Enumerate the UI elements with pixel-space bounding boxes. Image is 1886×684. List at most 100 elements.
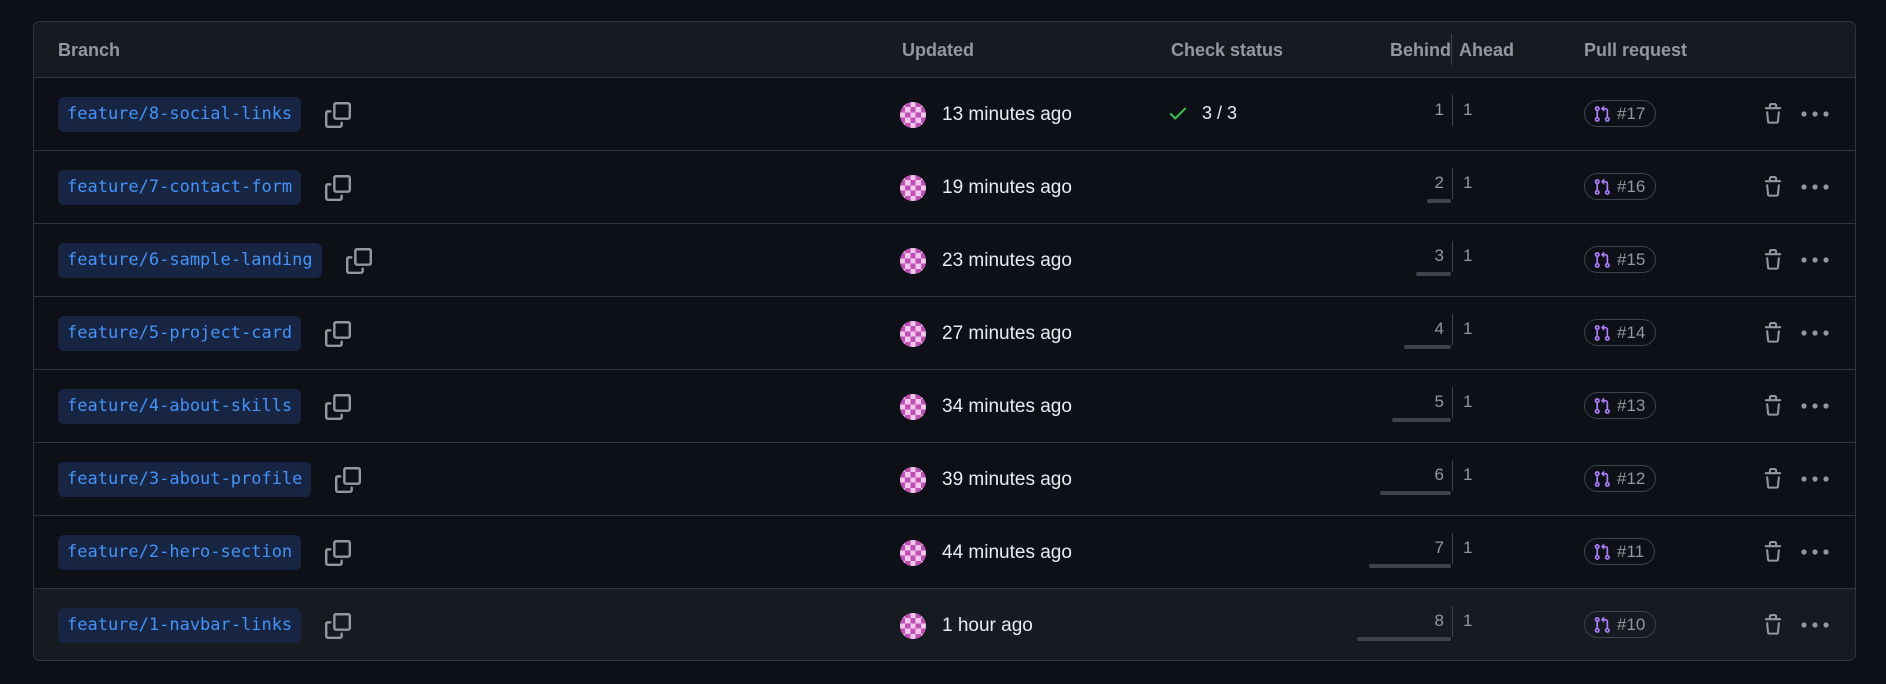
pull-request-link[interactable]: #11: [1584, 538, 1656, 565]
behind-count: 5: [1434, 392, 1444, 411]
check-status-text[interactable]: 3 / 3: [1202, 103, 1237, 124]
kebab-horizontal-icon[interactable]: [1800, 540, 1830, 564]
behind-ahead-divider: [1452, 95, 1453, 126]
header-ahead: Ahead: [1459, 40, 1515, 60]
copy-icon[interactable]: [325, 540, 351, 566]
behind-bar: [1392, 418, 1451, 422]
git-pull-request-icon: [1594, 178, 1610, 195]
pull-request-number: #10: [1617, 614, 1646, 634]
branch-name-link[interactable]: feature/6-sample-landing: [58, 243, 322, 278]
trash-icon[interactable]: [1762, 175, 1784, 199]
trash-icon[interactable]: [1762, 394, 1784, 418]
avatar[interactable]: [900, 613, 926, 639]
behind-ahead-divider: [1452, 533, 1453, 564]
header-pull-request: Pull request: [1584, 40, 1688, 60]
pull-request-link[interactable]: #17: [1584, 100, 1657, 127]
table-row: feature/2-hero-section 44 minutes ago 7 …: [34, 516, 1855, 589]
check-icon: [1169, 107, 1187, 120]
branch-name-link[interactable]: feature/2-hero-section: [58, 535, 302, 570]
behind-bar: [1380, 491, 1451, 495]
avatar[interactable]: [900, 540, 926, 566]
kebab-horizontal-icon[interactable]: [1800, 321, 1830, 345]
kebab-horizontal-icon[interactable]: [1800, 248, 1830, 272]
branch-name-link[interactable]: feature/1-navbar-links: [58, 608, 302, 643]
kebab-horizontal-icon[interactable]: [1800, 175, 1830, 199]
updated-time: 1 hour ago: [942, 615, 1033, 636]
avatar[interactable]: [900, 248, 926, 274]
git-pull-request-icon: [1594, 105, 1610, 122]
ahead-count: 1: [1463, 538, 1473, 557]
pull-request-link[interactable]: #12: [1584, 465, 1657, 492]
behind-ahead-divider: [1452, 241, 1453, 272]
updated-time: 27 minutes ago: [942, 323, 1072, 344]
ahead-count: 1: [1463, 392, 1473, 411]
behind-count: 7: [1434, 538, 1444, 557]
branch-name-link[interactable]: feature/8-social-links: [58, 97, 302, 132]
avatar[interactable]: [900, 394, 926, 420]
behind-count: 3: [1434, 246, 1444, 265]
ahead-count: 1: [1463, 465, 1473, 484]
avatar[interactable]: [900, 175, 926, 201]
behind-bar: [1369, 564, 1451, 568]
pull-request-number: #17: [1617, 103, 1646, 123]
behind-ahead-divider: [1452, 314, 1453, 345]
kebab-horizontal-icon[interactable]: [1800, 613, 1830, 637]
ahead-count: 1: [1463, 611, 1473, 630]
header-behind: Behind: [1390, 40, 1451, 60]
branch-name-link[interactable]: feature/3-about-profile: [58, 462, 312, 497]
behind-ahead-divider: [1452, 387, 1453, 418]
copy-icon[interactable]: [325, 394, 351, 420]
pull-request-number: #11: [1617, 541, 1645, 561]
git-pull-request-icon: [1594, 324, 1610, 341]
ahead-count: 1: [1463, 100, 1473, 119]
pull-request-link[interactable]: #13: [1584, 392, 1657, 419]
avatar[interactable]: [900, 321, 926, 347]
git-pull-request-icon: [1594, 397, 1610, 414]
updated-time: 13 minutes ago: [942, 104, 1072, 125]
pull-request-link[interactable]: #15: [1584, 246, 1657, 273]
pull-request-number: #14: [1617, 322, 1646, 342]
header-updated: Updated: [902, 40, 974, 60]
updated-time: 23 minutes ago: [942, 250, 1072, 271]
behind-count: 8: [1434, 611, 1444, 630]
trash-icon[interactable]: [1762, 467, 1784, 491]
trash-icon[interactable]: [1762, 613, 1784, 637]
git-pull-request-icon: [1594, 470, 1610, 487]
table-row: feature/4-about-skills 34 minutes ago 5 …: [34, 370, 1855, 443]
updated-time: 39 minutes ago: [942, 469, 1072, 490]
kebab-horizontal-icon[interactable]: [1800, 467, 1830, 491]
copy-icon[interactable]: [325, 613, 351, 639]
branch-name-link[interactable]: feature/7-contact-form: [58, 170, 302, 205]
copy-icon[interactable]: [335, 467, 361, 493]
kebab-horizontal-icon[interactable]: [1800, 102, 1830, 126]
behind-bar: [1404, 345, 1451, 349]
trash-icon[interactable]: [1762, 102, 1784, 126]
copy-icon[interactable]: [346, 248, 372, 274]
branch-name-link[interactable]: feature/4-about-skills: [58, 389, 302, 424]
pull-request-link[interactable]: #14: [1584, 319, 1657, 346]
behind-bar: [1427, 199, 1451, 203]
behind-count: 6: [1434, 465, 1444, 484]
branch-name-link[interactable]: feature/5-project-card: [58, 316, 302, 351]
behind-count: 2: [1434, 173, 1444, 192]
behind-ahead-divider: [1452, 606, 1453, 637]
copy-icon[interactable]: [325, 102, 351, 128]
updated-time: 34 minutes ago: [942, 396, 1072, 417]
pull-request-number: #15: [1617, 249, 1646, 269]
trash-icon[interactable]: [1762, 321, 1784, 345]
trash-icon[interactable]: [1762, 540, 1784, 564]
copy-icon[interactable]: [325, 321, 351, 347]
table-header: Branch Updated Check status Behind Ahead…: [34, 22, 1855, 78]
header-branch: Branch: [58, 40, 121, 60]
pull-request-link[interactable]: #10: [1584, 611, 1657, 638]
kebab-horizontal-icon[interactable]: [1800, 394, 1830, 418]
copy-icon[interactable]: [325, 175, 351, 201]
git-pull-request-icon: [1594, 543, 1610, 560]
behind-bar: [1357, 637, 1451, 641]
pull-request-link[interactable]: #16: [1584, 173, 1657, 200]
avatar[interactable]: [900, 467, 926, 493]
avatar[interactable]: [900, 102, 926, 128]
table-row: feature/5-project-card 27 minutes ago 4 …: [34, 297, 1855, 370]
trash-icon[interactable]: [1762, 248, 1784, 272]
updated-time: 19 minutes ago: [942, 177, 1072, 198]
